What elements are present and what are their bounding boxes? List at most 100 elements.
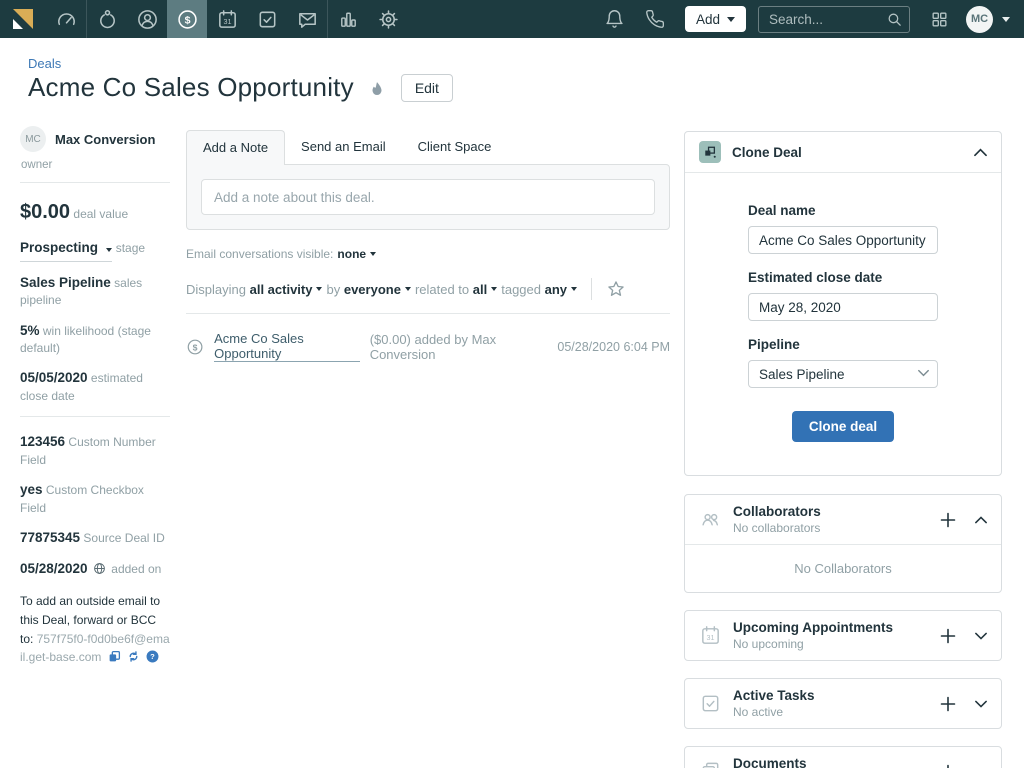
- nav-settings[interactable]: [368, 0, 408, 38]
- sidebar-divider: [20, 416, 170, 417]
- nav-dashboard[interactable]: [46, 0, 86, 38]
- tasks-expand-button[interactable]: [975, 700, 987, 708]
- owner-avatar[interactable]: MC: [20, 126, 46, 152]
- pipeline-value: Sales Pipeline: [20, 275, 111, 290]
- user-menu-caret-icon[interactable]: [1002, 17, 1010, 22]
- clone-deal-collapse-button[interactable]: [974, 148, 987, 157]
- svg-text:?: ?: [151, 652, 156, 661]
- calendar-icon: 31: [216, 8, 239, 31]
- owner-name[interactable]: Max Conversion: [55, 132, 155, 147]
- field-custom-number: 123456 Custom Number Field: [20, 432, 170, 469]
- clone-deal-button[interactable]: Clone deal: [792, 411, 894, 442]
- edit-button[interactable]: Edit: [401, 74, 453, 102]
- nav-calendar[interactable]: 31: [207, 0, 247, 38]
- documents-header: Documents No documents: [685, 747, 1001, 768]
- close-date-field[interactable]: [748, 293, 938, 321]
- activity-column: Add a Note Send an Email Client Space Em…: [186, 130, 670, 362]
- svg-text:31: 31: [707, 634, 715, 642]
- estimated-close-value: 05/05/2020: [20, 370, 88, 385]
- custom-number-value: 123456: [20, 434, 65, 449]
- pipeline-select[interactable]: [748, 360, 938, 388]
- appointments-title: Upcoming Appointments: [733, 620, 893, 635]
- filter-activity-dropdown[interactable]: all activity: [250, 282, 313, 297]
- apps-grid-icon: [930, 10, 949, 29]
- email-visibility-dropdown[interactable]: none: [337, 247, 376, 261]
- nav-deals[interactable]: $: [167, 0, 207, 38]
- win-likelihood-label: win likelihood (stage default): [20, 324, 151, 356]
- stage-dropdown[interactable]: Prospecting: [20, 238, 112, 262]
- tab-client-space[interactable]: Client Space: [402, 130, 508, 164]
- filter-tagged-dropdown[interactable]: any: [545, 282, 567, 297]
- star-icon[interactable]: [606, 279, 626, 299]
- chevron-up-icon: [974, 148, 987, 157]
- win-likelihood-value: 5%: [20, 323, 40, 338]
- collaborators-header: Collaborators No collaborators: [685, 495, 1001, 545]
- clone-deal-widget: Clone Deal Deal name Estimated close dat…: [684, 131, 1002, 476]
- add-collaborator-button[interactable]: [940, 512, 956, 528]
- feed-divider: [186, 313, 670, 314]
- copy-icon[interactable]: [108, 650, 121, 663]
- nav-communications[interactable]: [287, 0, 327, 38]
- activity-detail: ($0.00) added by Max Conversion: [370, 332, 548, 362]
- deal-value: $0.00: [20, 201, 70, 223]
- activity-deal-link[interactable]: Acme Co Sales Opportunity: [214, 331, 360, 362]
- widgets-column: Clone Deal Deal name Estimated close dat…: [684, 131, 1002, 768]
- communications-icon: [296, 8, 319, 31]
- refresh-icon[interactable]: [127, 650, 140, 663]
- field-win-likelihood: 5% win likelihood (stage default): [20, 321, 170, 358]
- deal-page: $ 31: [0, 0, 1024, 768]
- nav-reports[interactable]: [328, 0, 368, 38]
- deal-name-field[interactable]: [748, 226, 938, 254]
- notifications-button[interactable]: [595, 0, 635, 38]
- added-on-label: added on: [111, 562, 161, 576]
- phone-button[interactable]: [635, 0, 675, 38]
- activity-feed-item: $ Acme Co Sales Opportunity ($0.00) adde…: [186, 331, 670, 362]
- nav-contacts[interactable]: [127, 0, 167, 38]
- tab-send-an-email[interactable]: Send an Email: [285, 130, 402, 164]
- appointments-widget: 31 Upcoming Appointments No upcoming: [684, 610, 1002, 661]
- nav-tasks[interactable]: [247, 0, 287, 38]
- clone-deal-title: Clone Deal: [732, 145, 802, 160]
- user-avatar-initials: MC: [971, 13, 988, 25]
- chevron-down-icon: [975, 632, 987, 640]
- deal-value-label: deal value: [73, 207, 128, 221]
- add-button[interactable]: Add: [685, 6, 746, 32]
- plus-icon: [940, 696, 956, 712]
- caret-down-icon: [405, 287, 411, 291]
- close-date-label: Estimated close date: [748, 270, 938, 285]
- filter-tagged-label: tagged: [501, 282, 541, 297]
- apps-grid-button[interactable]: [924, 0, 954, 38]
- add-task-button[interactable]: [940, 696, 956, 712]
- chevron-up-icon: [975, 516, 987, 524]
- field-stage: Prospecting stage: [20, 238, 170, 262]
- filter-separator: [591, 278, 592, 300]
- caret-down-icon: [491, 287, 497, 291]
- appointments-expand-button[interactable]: [975, 632, 987, 640]
- global-search: [758, 6, 910, 33]
- collaborators-empty-state: No Collaborators: [685, 545, 1001, 592]
- sell-logo[interactable]: [0, 0, 46, 38]
- clone-deal-header: Clone Deal: [685, 132, 1001, 173]
- nav-leads[interactable]: [87, 0, 127, 38]
- user-avatar[interactable]: MC: [966, 6, 993, 33]
- filter-everyone-dropdown[interactable]: everyone: [344, 282, 401, 297]
- add-appointment-button[interactable]: [940, 628, 956, 644]
- tasks-subtitle: No active: [733, 705, 815, 719]
- field-added-on: 05/28/2020 added on: [20, 559, 170, 579]
- field-deal-value: $0.00 deal value: [20, 198, 170, 227]
- breadcrumb-deals-link[interactable]: Deals: [28, 56, 61, 71]
- tab-add-a-note[interactable]: Add a Note: [186, 130, 285, 165]
- pipeline-select-value[interactable]: [748, 360, 938, 388]
- note-input[interactable]: [201, 179, 655, 215]
- help-icon[interactable]: ?: [146, 650, 159, 663]
- collaborators-collapse-button[interactable]: [975, 516, 987, 524]
- add-document-button[interactable]: [940, 764, 956, 768]
- appointments-subtitle: No upcoming: [733, 637, 893, 651]
- filter-related-dropdown[interactable]: all: [473, 282, 487, 297]
- svg-text:31: 31: [223, 17, 231, 25]
- field-source-deal-id: 77875345 Source Deal ID: [20, 528, 170, 548]
- owner-role-label: owner: [21, 159, 170, 171]
- add-button-label: Add: [696, 12, 720, 27]
- dashboard-icon: [55, 8, 78, 31]
- svg-text:$: $: [184, 14, 190, 26]
